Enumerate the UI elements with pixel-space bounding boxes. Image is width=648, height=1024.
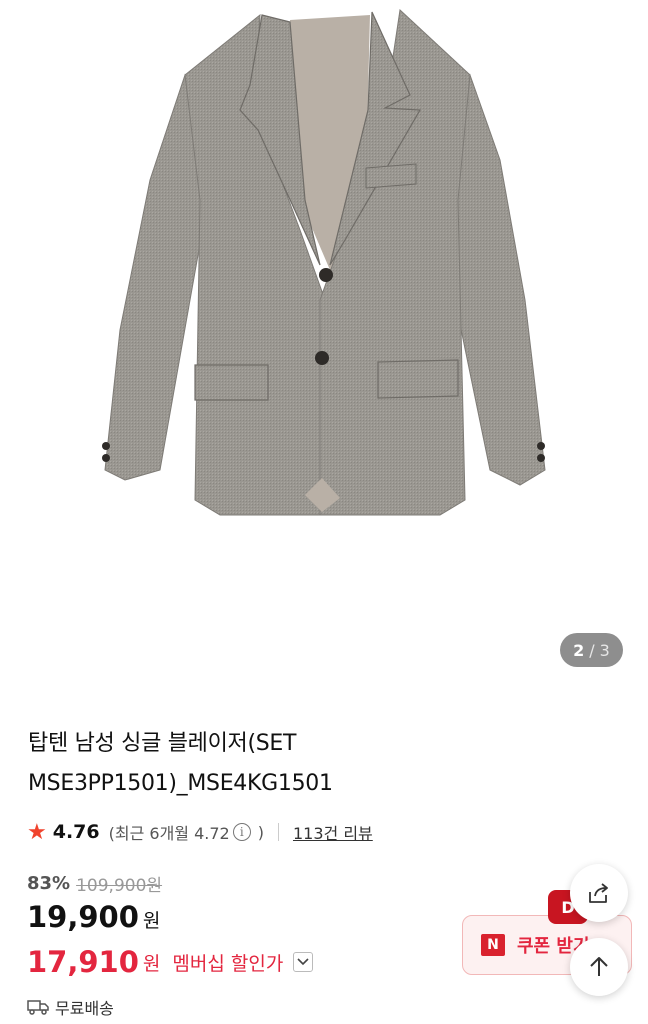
image-page-indicator: 2 / 3 — [560, 633, 623, 667]
share-button[interactable] — [570, 864, 628, 922]
member-price: 17,910 — [27, 945, 139, 979]
product-image[interactable] — [0, 0, 648, 690]
blazer-illustration — [102, 8, 546, 516]
reviews-link[interactable]: 113건 리뷰 — [293, 820, 373, 844]
total-pages: 3 — [599, 640, 610, 660]
scroll-top-button[interactable] — [570, 938, 628, 996]
info-icon[interactable]: i — [232, 823, 251, 841]
divider — [277, 823, 279, 841]
truck-icon — [27, 1000, 49, 1015]
product-title-line2: MSE3PP1501)_MSE4KG1501 — [28, 771, 333, 796]
star-icon: ★ — [27, 819, 47, 845]
product-title: 탑텐 남성 싱글 블레이저(SET MSE3PP1501)_MSE4KG1501 — [28, 724, 588, 804]
n-badge: N — [481, 934, 505, 956]
shipping-label: 무료배송 — [55, 999, 114, 1018]
member-price-row: 17,910 원 멤버십 할인가 — [27, 942, 314, 982]
arrow-up-icon — [590, 957, 608, 976]
share-icon — [589, 883, 608, 903]
page-separator: / — [589, 640, 595, 660]
recent-rating: (최근 6개월 4.72 — [108, 824, 230, 843]
rating-row: ★ 4.76 (최근 6개월 4.72 i ) 113건 리뷰 — [27, 818, 373, 846]
price-row: 19,900 원 — [27, 900, 160, 940]
sale-price-unit: 원 — [142, 910, 161, 932]
recent-rating-close: ) — [257, 822, 264, 842]
member-price-unit: 원 — [142, 952, 161, 975]
product-title-line1: 탑텐 남성 싱글 블레이저(SET — [28, 731, 297, 756]
discount-row: 83% 109,900원 — [27, 870, 162, 896]
sale-price: 19,900 — [27, 900, 139, 934]
discount-percent: 83% — [27, 872, 71, 894]
member-price-label: 멤버십 할인가 — [172, 952, 284, 975]
chevron-down-icon[interactable] — [293, 952, 314, 972]
shipping-info: 무료배송 — [27, 994, 114, 1020]
original-price: 109,900원 — [76, 875, 163, 896]
rating-score: 4.76 — [52, 821, 100, 843]
current-page: 2 — [573, 640, 585, 660]
